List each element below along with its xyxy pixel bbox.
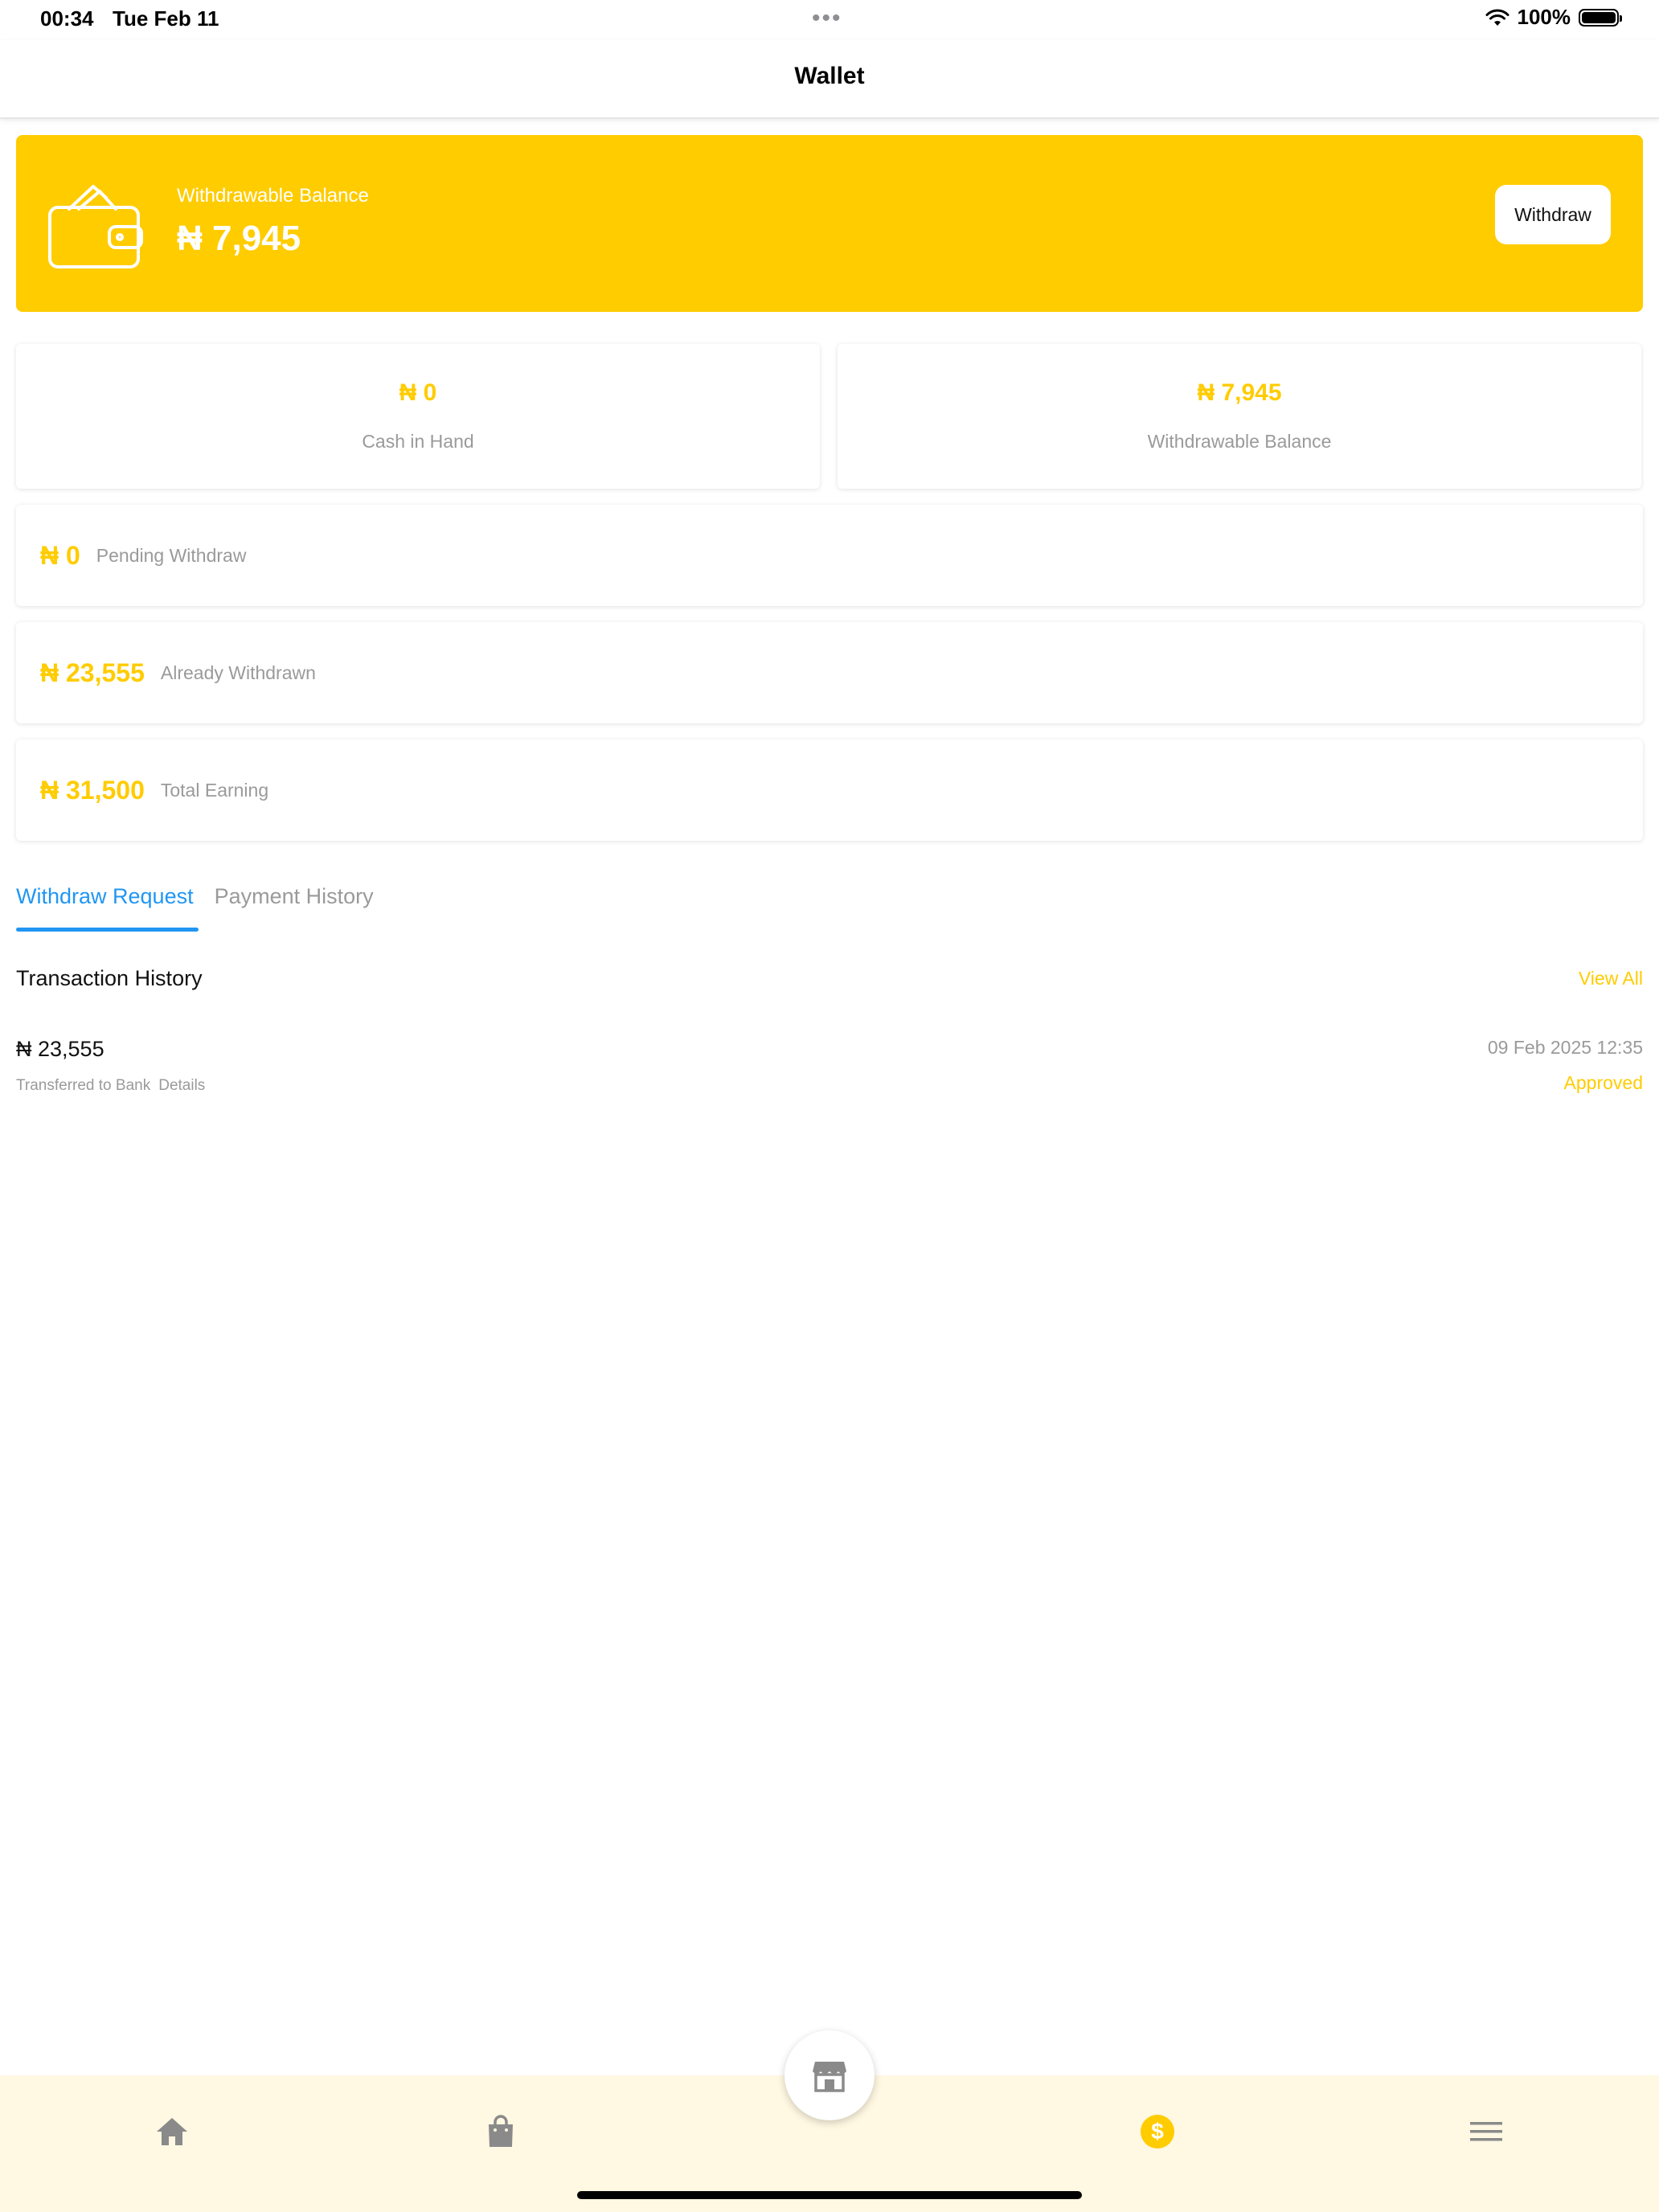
battery-icon	[1579, 8, 1622, 27]
transaction-history-title: Transaction History	[16, 966, 203, 990]
status-date: Tue Feb 11	[113, 6, 219, 31]
balance-amount: ₦ 7,945	[177, 219, 301, 258]
transaction-desc-text: Transferred to Bank	[16, 1077, 151, 1094]
balance-card: Withdrawable Balance ₦ 7,945 Withdraw	[16, 135, 1643, 312]
withdraw-button[interactable]: Withdraw	[1495, 185, 1611, 244]
menu-icon	[1470, 2122, 1502, 2141]
shopping-bag-icon	[489, 2115, 513, 2147]
tab-bar: Withdraw Request Payment History	[16, 876, 374, 937]
balance-label: Withdrawable Balance	[177, 185, 369, 207]
transaction-description: Transferred to Bank Details	[16, 1077, 205, 1095]
stat-label: Withdrawable Balance	[1147, 431, 1332, 452]
status-bar: 00:34 Tue Feb 11 ••• 100%	[0, 0, 1659, 40]
transaction-status: Approved	[1563, 1072, 1643, 1093]
transaction-amount: ₦ 23,555	[16, 1037, 104, 1061]
already-withdrawn-card: ₦ 23,555 Already Withdrawn	[16, 622, 1643, 723]
nav-home[interactable]	[148, 2108, 196, 2156]
nav-orders[interactable]	[477, 2108, 525, 2156]
nav-menu[interactable]	[1462, 2108, 1510, 2156]
stat-amount: ₦ 7,945	[1197, 379, 1282, 406]
withdrawable-balance-card: ₦ 7,945 Withdrawable Balance	[838, 344, 1641, 489]
row-label: Pending Withdraw	[96, 544, 247, 566]
details-link[interactable]: Details	[158, 1077, 205, 1094]
svg-text:$: $	[1151, 2119, 1164, 2144]
row-amount: ₦ 0	[40, 540, 80, 570]
stat-amount: ₦ 0	[399, 379, 437, 406]
store-icon	[813, 2062, 846, 2092]
total-earning-card: ₦ 31,500 Total Earning	[16, 739, 1643, 841]
battery-percent: 100%	[1517, 5, 1571, 29]
cash-in-hand-card: ₦ 0 Cash in Hand	[16, 344, 820, 489]
multitask-dots-icon[interactable]: •••	[812, 5, 842, 32]
tab-payment-history[interactable]: Payment History	[215, 876, 374, 937]
row-label: Already Withdrawn	[160, 662, 316, 683]
nav-wallet[interactable]: $	[1133, 2108, 1182, 2156]
wifi-icon	[1485, 9, 1509, 26]
tab-withdraw-request[interactable]: Withdraw Request	[16, 876, 199, 937]
pending-withdraw-card: ₦ 0 Pending Withdraw	[16, 505, 1643, 606]
home-icon	[157, 2118, 187, 2145]
row-amount: ₦ 31,500	[40, 775, 145, 805]
status-right: 100%	[1485, 5, 1622, 30]
row-amount: ₦ 23,555	[40, 657, 145, 687]
home-indicator	[577, 2191, 1082, 2199]
row-label: Total Earning	[160, 779, 269, 801]
view-all-link[interactable]: View All	[1579, 968, 1643, 989]
nav-store-button[interactable]	[784, 2030, 875, 2120]
app-header: Wallet	[0, 40, 1659, 119]
wallet-icon	[48, 185, 143, 268]
transaction-date: 09 Feb 2025 12:35	[1487, 1037, 1643, 1058]
stat-label: Cash in Hand	[362, 431, 474, 452]
dollar-icon: $	[1141, 2115, 1174, 2149]
status-time: 00:34	[40, 6, 94, 31]
page-title: Wallet	[794, 63, 865, 89]
